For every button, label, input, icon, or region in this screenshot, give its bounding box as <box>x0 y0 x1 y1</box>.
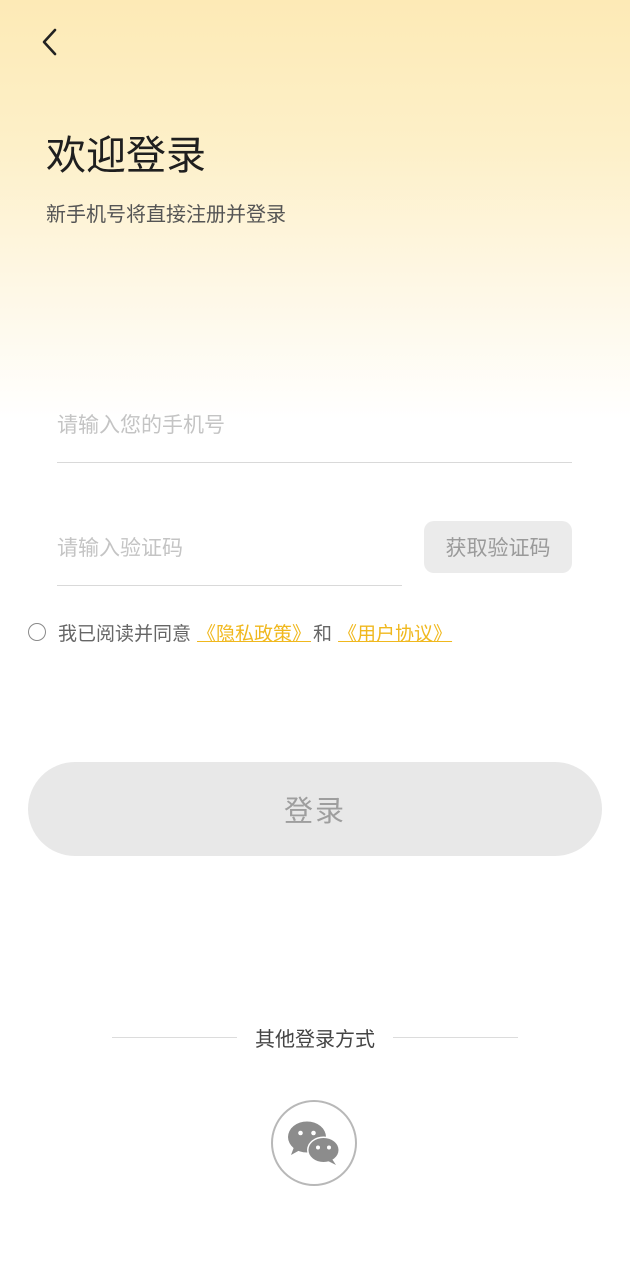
other-login-label: 其他登录方式 <box>255 1026 375 1051</box>
other-login-divider: 其他登录方式 <box>112 1020 518 1054</box>
privacy-policy-link[interactable]: 《隐私政策》 <box>197 619 311 646</box>
verification-code-input[interactable] <box>57 528 402 568</box>
login-screen: 欢迎登录 新手机号将直接注册并登录 获取验证码 我已阅读并同意 《隐私政策》 和… <box>0 0 630 1280</box>
get-code-button[interactable]: 获取验证码 <box>424 521 572 573</box>
code-field <box>57 526 402 586</box>
login-button[interactable]: 登录 <box>28 762 602 856</box>
agreement-radio[interactable] <box>28 623 46 641</box>
chevron-left-icon <box>42 28 57 56</box>
back-button[interactable] <box>30 22 70 62</box>
user-agreement-link[interactable]: 《用户协议》 <box>338 619 452 646</box>
divider-line-right <box>393 1036 518 1038</box>
page-subtitle: 新手机号将直接注册并登录 <box>46 202 286 226</box>
wechat-login-button[interactable] <box>271 1100 357 1186</box>
agreement-row: 我已阅读并同意 《隐私政策》 和 《用户协议》 <box>28 618 452 646</box>
agreement-prefix: 我已阅读并同意 <box>58 622 192 645</box>
phone-input[interactable] <box>57 405 572 445</box>
divider-line-left <box>112 1036 237 1038</box>
phone-field <box>57 402 572 463</box>
agreement-and: 和 <box>313 622 333 645</box>
wechat-icon <box>288 1121 340 1165</box>
page-title: 欢迎登录 <box>46 133 206 179</box>
